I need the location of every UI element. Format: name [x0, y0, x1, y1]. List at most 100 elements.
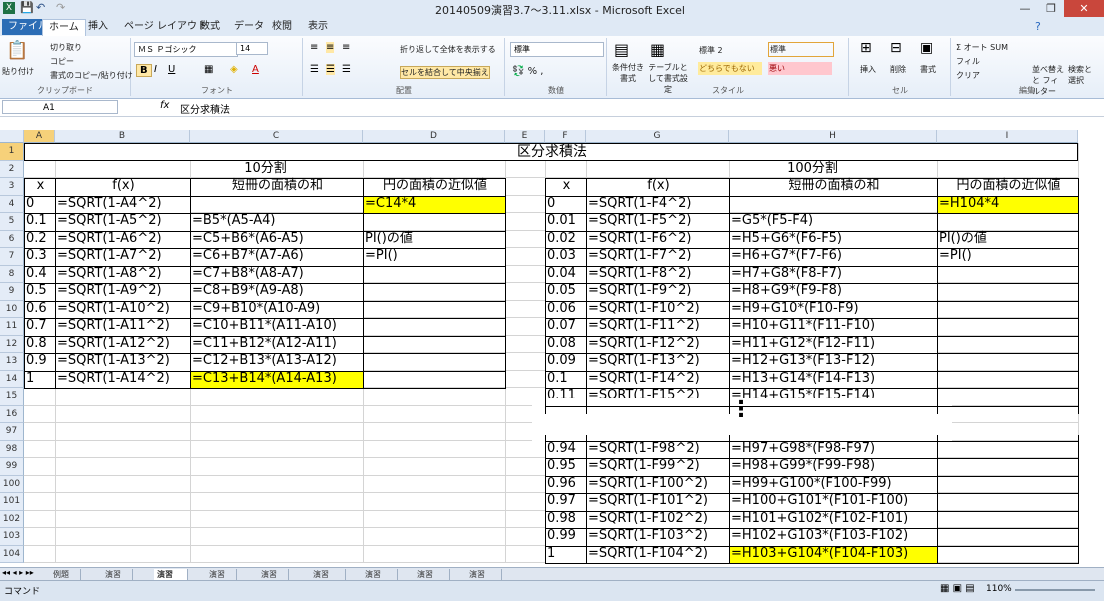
style-neutral[interactable]: どちらでもない [698, 62, 762, 75]
conditional-format-icon[interactable]: ▤ [614, 40, 629, 59]
style-bad[interactable]: 悪い [768, 62, 832, 75]
right-tail-r99-c0[interactable]: 0.95 [545, 458, 586, 476]
wrap-text-button[interactable]: 折り返して全体を表示する [400, 44, 496, 55]
row-header-16[interactable]: 16 [0, 405, 24, 423]
column-header-c[interactable]: C [190, 130, 363, 143]
tab-insert[interactable]: 挿入 [82, 19, 114, 35]
left-cell-r5-c0[interactable]: 0.1 [24, 213, 55, 231]
right-cell-r6-c0[interactable]: 0.02 [545, 230, 586, 248]
right-cell-r9-c1[interactable]: =SQRT(1-F9^2) [586, 283, 729, 301]
column-header-b[interactable]: B [55, 130, 190, 143]
left-cell-r6-c2[interactable]: =C5+B6*(A6-A5) [190, 230, 363, 248]
style-standard[interactable]: 標準 [768, 42, 834, 57]
left-cell-r13-c2[interactable]: =C12+B13*(A13-A12) [190, 353, 363, 371]
maximize-icon[interactable]: ❐ [1038, 0, 1064, 17]
paste-icon[interactable]: 📋 [6, 40, 28, 61]
sheet-tab-0[interactable]: 例題3.2(3) [50, 569, 82, 590]
left-cell-r9-c2[interactable]: =C8+B9*(A9-A8) [190, 283, 363, 301]
right-cell-r14-c1[interactable]: =SQRT(1-F14^2) [586, 370, 729, 388]
right-cell-r10-c0[interactable]: 0.06 [545, 300, 586, 318]
right-cell-r5-c0[interactable]: 0.01 [545, 213, 586, 231]
paste-button[interactable]: 貼り付け [2, 66, 34, 77]
row-header-3[interactable]: 3 [0, 178, 24, 196]
sheet-tab-2[interactable]: 演習3.8(2) [154, 569, 189, 590]
align-right-icon[interactable]: ☰ [342, 64, 351, 75]
right-tail-r98-c2[interactable]: =H97+G98*(F98-F97) [729, 440, 937, 458]
row-header-8[interactable]: 8 [0, 265, 24, 283]
tab-review[interactable]: 校閲 [266, 19, 298, 35]
left-cell-r12-c0[interactable]: 0.8 [24, 335, 55, 353]
row-header-99[interactable]: 99 [0, 458, 24, 476]
left-section-title[interactable]: 10分割 [24, 161, 505, 179]
row-header-101[interactable]: 101 [0, 493, 24, 511]
percent-icon[interactable]: 💱 % , [512, 66, 544, 77]
left-cell-r14-c1[interactable]: =SQRT(1-A14^2) [55, 370, 190, 388]
left-cell-r13-c0[interactable]: 0.9 [24, 353, 55, 371]
left-cell-r11-c0[interactable]: 0.7 [24, 318, 55, 336]
right-tail-r100-c1[interactable]: =SQRT(1-F100^2) [586, 475, 729, 493]
font-name-select[interactable]: ＭＳ Ｐゴシック [134, 42, 238, 57]
right-cell-r7-c1[interactable]: =SQRT(1-F7^2) [586, 248, 729, 266]
left-cell-r12-c2[interactable]: =C11+B12*(A12-A11) [190, 335, 363, 353]
right-tail-r103-c2[interactable]: =H102+G103*(F103-F102) [729, 528, 937, 546]
left-cell-r9-c0[interactable]: 0.5 [24, 283, 55, 301]
column-header-d[interactable]: D [363, 130, 505, 143]
right-cell-r9-c2[interactable]: =H8+G9*(F9-F8) [729, 283, 937, 301]
merge-center-button[interactable]: セルを結合して中央揃え [400, 66, 490, 79]
column-header-a[interactable]: A [24, 130, 55, 143]
left-cell-r13-c1[interactable]: =SQRT(1-A13^2) [55, 353, 190, 371]
number-format-select[interactable]: 標準 [510, 42, 604, 57]
right-cell-r14-c2[interactable]: =H13+G14*(F14-F13) [729, 370, 937, 388]
sheet-tab-4[interactable]: 演習3.9(2) [258, 569, 290, 590]
row-header-2[interactable]: 2 [0, 160, 24, 178]
tab-data[interactable]: データ [228, 19, 270, 35]
right-cell-r8-c0[interactable]: 0.04 [545, 265, 586, 283]
right-tail-r102-c2[interactable]: =H101+G102*(F102-F101) [729, 510, 937, 528]
row-header-13[interactable]: 13 [0, 353, 24, 371]
left-cell-r5-c2[interactable]: =B5*(A5-A4) [190, 213, 363, 231]
right-cell-r11-c2[interactable]: =H10+G11*(F11-F10) [729, 318, 937, 336]
column-header-g[interactable]: G [586, 130, 729, 143]
right-cell-r4-c3[interactable]: =H104*4 [937, 195, 1078, 213]
conditional-format-button[interactable]: 条件付き書式 [610, 62, 646, 84]
right-cell-r6-c2[interactable]: =H5+G6*(F6-F5) [729, 230, 937, 248]
left-cell-r7-c2[interactable]: =C6+B7*(A7-A6) [190, 248, 363, 266]
view-normal-icon[interactable]: ▦ ▣ ▤ [940, 583, 975, 594]
italic-button[interactable]: I [154, 64, 157, 75]
right-cell-r11-c0[interactable]: 0.07 [545, 318, 586, 336]
left-cell-r9-c1[interactable]: =SQRT(1-A9^2) [55, 283, 190, 301]
style-standard2[interactable]: 標準 2 [698, 44, 762, 57]
sheet-title-cell[interactable]: 区分求積法 [24, 143, 1078, 161]
right-tail-r102-c0[interactable]: 0.98 [545, 510, 586, 528]
row-header-11[interactable]: 11 [0, 318, 24, 336]
right-tail-r101-c2[interactable]: =H100+G101*(F101-F100) [729, 493, 937, 511]
fx-icon[interactable]: fx [160, 100, 169, 111]
insert-cell-button[interactable]: 挿入 [860, 64, 876, 75]
right-cell-r14-c0[interactable]: 0.1 [545, 370, 586, 388]
row-header-97[interactable]: 97 [0, 423, 24, 441]
delete-cell-icon[interactable]: ⊟ [890, 40, 902, 56]
right-cell-r11-c1[interactable]: =SQRT(1-F11^2) [586, 318, 729, 336]
format-cell-button[interactable]: 書式 [920, 64, 936, 75]
right-cell-r13-c1[interactable]: =SQRT(1-F13^2) [586, 353, 729, 371]
row-header-100[interactable]: 100 [0, 475, 24, 493]
left-cell-r6-c3[interactable]: PI()の値 [363, 230, 505, 248]
left-cell-r11-c2[interactable]: =C10+B11*(A11-A10) [190, 318, 363, 336]
row-header-10[interactable]: 10 [0, 300, 24, 318]
right-cell-r4-c0[interactable]: 0 [545, 195, 586, 213]
align-top-icon[interactable]: ≡ [310, 42, 318, 53]
left-cell-r12-c1[interactable]: =SQRT(1-A12^2) [55, 335, 190, 353]
row-header-6[interactable]: 6 [0, 230, 24, 248]
column-header-f[interactable]: F [545, 130, 586, 143]
left-cell-r10-c2[interactable]: =C9+B10*(A10-A9) [190, 300, 363, 318]
close-icon[interactable]: ✕ [1064, 0, 1104, 17]
column-header-i[interactable]: I [937, 130, 1078, 143]
left-cell-r6-c0[interactable]: 0.2 [24, 230, 55, 248]
sheet-tab-7[interactable]: 演習3.11(1) [414, 569, 451, 590]
fill-button[interactable]: フィル [956, 56, 980, 67]
left-cell-r11-c1[interactable]: =SQRT(1-A11^2) [55, 318, 190, 336]
right-header-sum[interactable]: 短冊の面積の和 [729, 178, 937, 196]
right-cell-r6-c1[interactable]: =SQRT(1-F6^2) [586, 230, 729, 248]
right-cell-r10-c2[interactable]: =H9+G10*(F10-F9) [729, 300, 937, 318]
right-tail-r99-c1[interactable]: =SQRT(1-F99^2) [586, 458, 729, 476]
